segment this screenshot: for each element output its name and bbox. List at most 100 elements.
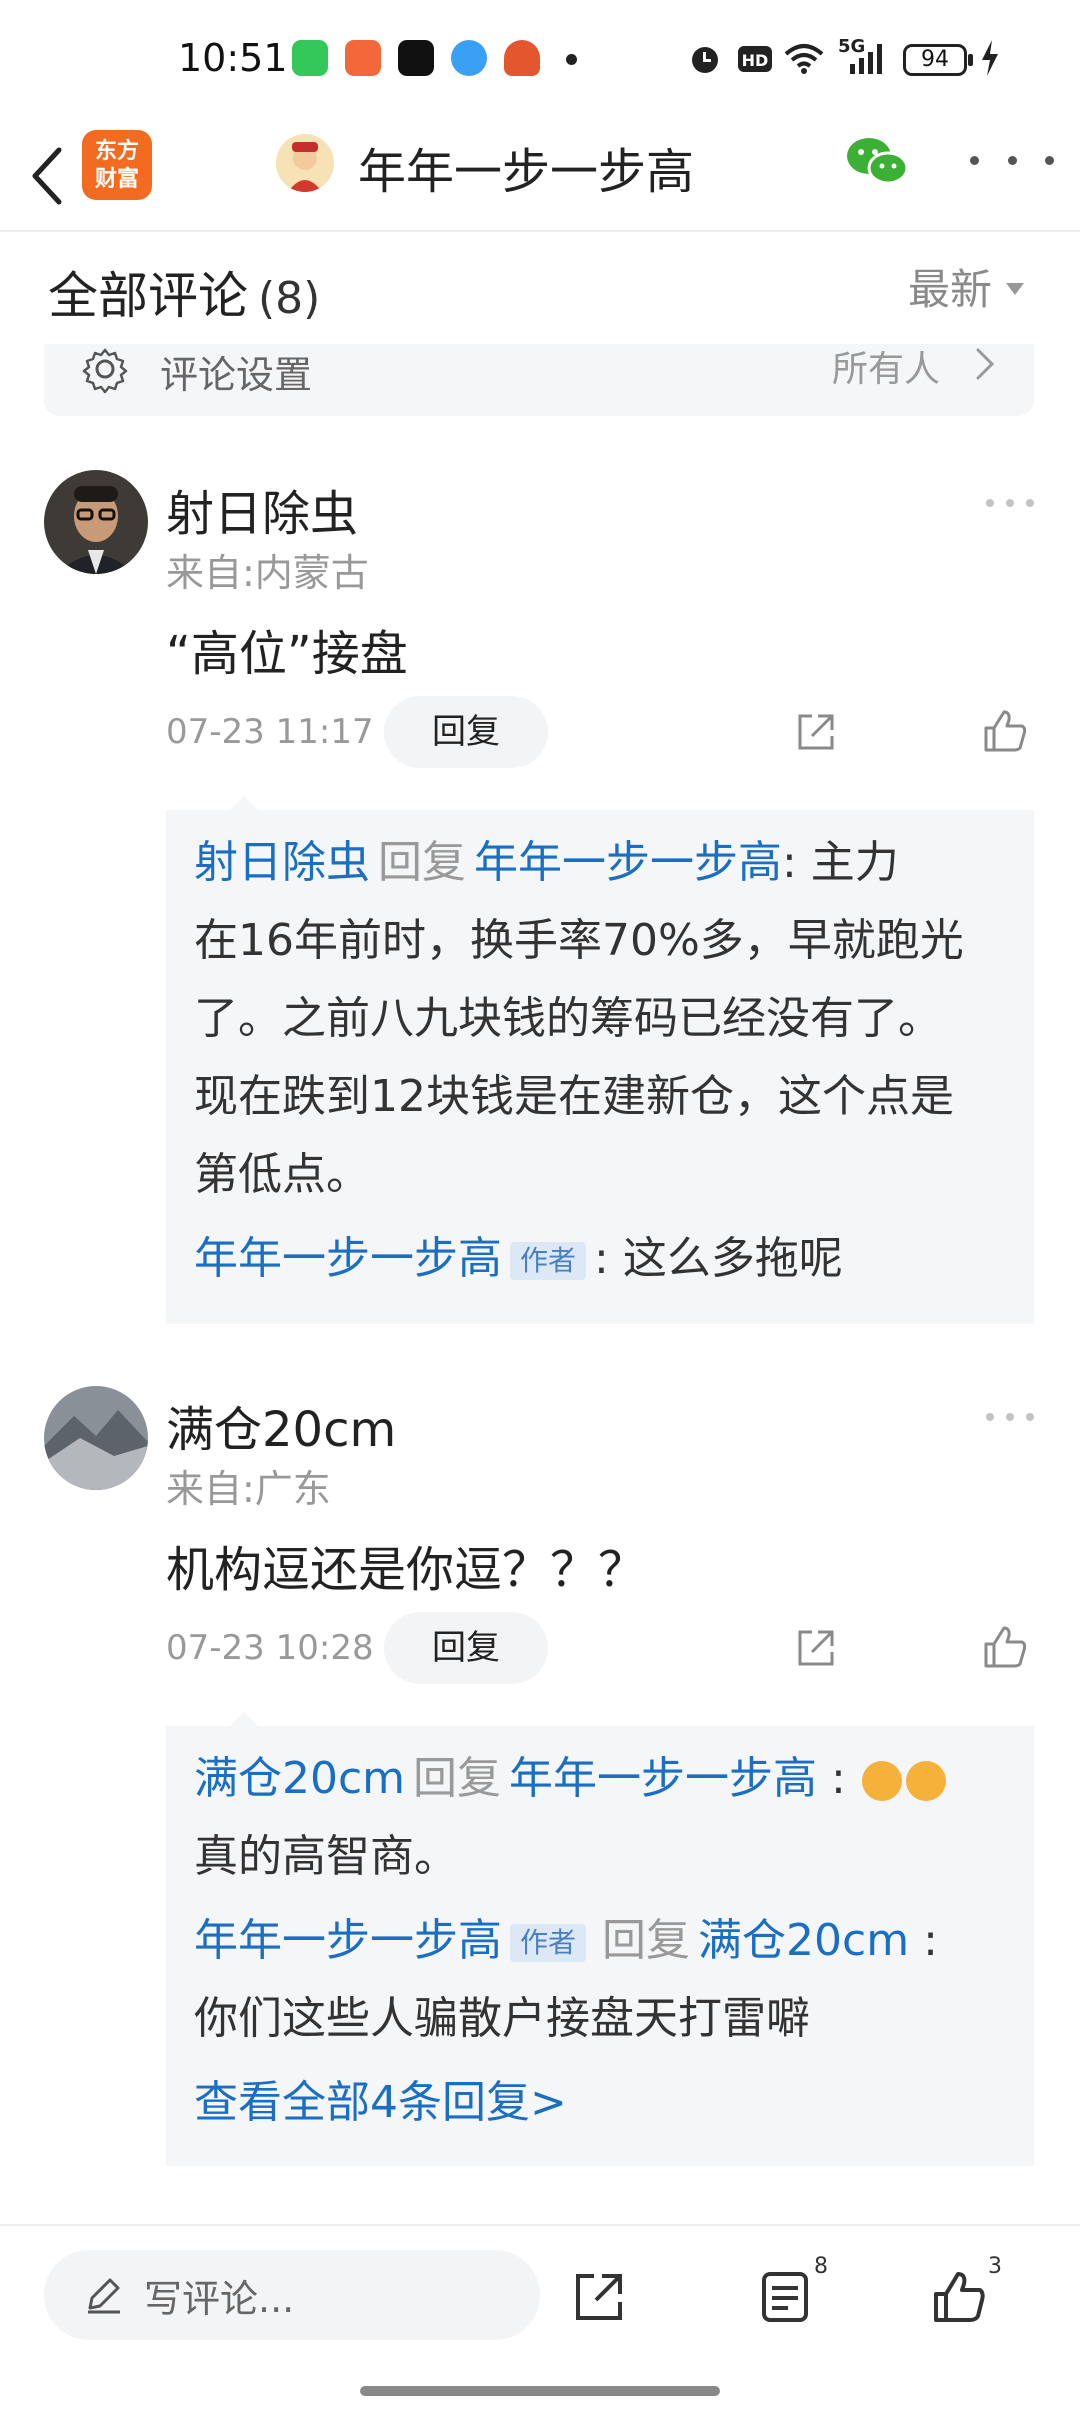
more-icon-dot [1026,1413,1034,1421]
more-icon-dot [1007,155,1017,165]
reply-box-notch [230,796,258,810]
reply-text: 你们这些人骗散户接盘天打雷噼 [194,1993,810,2044]
reply-author[interactable]: 射日除虫 [194,837,370,888]
author-badge: 作者 [510,1242,587,1280]
comment-list-icon[interactable] [756,2268,814,2326]
reply-item[interactable]: 满仓20cm 回复 年年一步一步高 : 真的高智商。 [194,1740,1014,1896]
hd-icon: HD [738,46,772,72]
comment-settings-row[interactable]: 评论设置 所有人 [44,344,1034,416]
brand-logo-line1: 东方 [94,139,139,164]
pen-icon [88,2278,120,2314]
author-badge: 作者 [510,1924,587,1962]
reply-text: : 主力 [782,837,899,888]
comment-text: 机构逗还是你逗？？？ [166,1542,647,1598]
reply-text: : 这么多拖呢 [594,1233,843,1284]
reply-list: 射日除虫 回复 年年一步一步高: 主力 在16年前时，换手率70%多，早就跑光 了。… [166,810,1034,1324]
like-icon[interactable] [980,706,1030,756]
wechat-icon [847,138,909,185]
reply-target[interactable]: 满仓20cm [698,1915,909,1966]
comment-author[interactable]: 射日除虫 [166,474,358,544]
sweat-emoji-icon [861,1761,902,1801]
more-icon-dot [986,499,994,507]
author-avatar-icon[interactable] [276,134,334,192]
reply-button[interactable]: 回复 [384,696,548,768]
more-icon-dot [1006,499,1014,507]
write-comment-input[interactable]: 写评论... [44,2250,540,2340]
share-icon[interactable] [792,1624,840,1672]
game-app-icon [504,40,540,76]
mail-app-icon [345,40,381,76]
like-icon[interactable] [980,1622,1030,1672]
reply-button[interactable]: 回复 [384,1612,548,1684]
battery-icon: 94 [903,44,967,76]
gear-icon [82,348,128,394]
back-button[interactable] [22,134,72,218]
reply-box-notch [230,1712,258,1726]
reply-text: 现在跌到12块钱是在建新仓，这个点是 [194,1071,954,1122]
home-indicator[interactable] [360,2386,720,2396]
browser-app-icon [451,40,487,76]
settings-value: 所有人 [832,349,941,390]
reply-author[interactable]: 满仓20cm [194,1753,405,1804]
top-nav-bar: 东方 财富 年年一步一步高 [0,120,1080,232]
reply-target[interactable]: 年年一步一步高 [509,1753,817,1804]
status-time: 10:51 [178,36,288,80]
reply-verb: 回复 [602,1915,691,1966]
reply-colon: : [923,1915,938,1966]
reply-colon: : [831,1753,846,1804]
caret-down-icon [1006,282,1025,295]
comment-count-badge: 8 [814,2254,828,2279]
wechat-share-button[interactable] [844,132,910,192]
more-button[interactable] [970,140,1054,180]
svg-text:HD: HD [742,51,769,70]
reply-item[interactable]: 年年一步一步高 作者: 这么多拖呢 [194,1220,1014,1298]
back-icon [32,147,62,205]
reply-target[interactable]: 年年一步一步高 [474,837,782,888]
reply-text: 真的高智商。 [194,1831,458,1882]
reply-author[interactable]: 年年一步一步高 [194,1233,502,1284]
avatar[interactable] [44,1386,148,1490]
reply-text: 了。之前八九块钱的筹码已经没有了。 [194,993,942,1044]
comments-heading-label: 全部评论 [48,267,248,325]
alarm-icon [692,47,718,73]
page-title: 年年一步一步高 [358,144,695,200]
more-icon-dot [1006,1413,1014,1421]
comments-count: (8) [258,273,321,324]
comment-location: 来自:内蒙古 [166,551,369,595]
share-icon[interactable] [570,2268,628,2326]
battery-level: 94 [921,47,949,72]
more-icon-dot [970,155,979,165]
more-icon-dot [986,1413,994,1421]
comment-time: 07-23 10:28 [166,1628,374,1668]
view-all-replies-link[interactable]: 查看全部4条回复> [194,2064,1014,2142]
chevron-right-icon [976,348,995,380]
comment-location: 来自:广东 [166,1467,331,1511]
sweat-emoji-icon [905,1761,946,1801]
phone-app-icon [292,40,328,76]
reply-item[interactable]: 年年一步一步高 作者 回复 满仓20cm : 你们这些人骗散户接盘天打雷噼 [194,1902,1014,2058]
share-icon[interactable] [792,708,840,756]
reply-verb: 回复 [378,837,466,888]
write-comment-placeholder: 写评论... [144,2277,295,2321]
like-count-badge: 3 [988,2254,1002,2279]
brand-logo-line2: 财富 [94,167,139,192]
eastmoney-logo[interactable]: 东方 财富 [82,130,152,200]
comment-more-button[interactable] [986,496,1034,510]
reply-item[interactable]: 射日除虫 回复 年年一步一步高: 主力 在16年前时，换手率70%多，早就跑光 了。… [194,824,1014,1214]
avatar[interactable] [44,470,148,574]
comment-text: “高位”接盘 [166,626,408,682]
settings-label: 评论设置 [160,353,313,397]
comment-time: 07-23 11:17 [166,712,374,752]
notification-dot [566,54,577,65]
like-icon[interactable] [930,2268,988,2326]
comment-author[interactable]: 满仓20cm [166,1390,396,1460]
signal-icon [850,44,882,74]
more-icon-dot [1026,499,1034,507]
comment-more-button[interactable] [986,1410,1034,1424]
wifi-icon [784,44,824,74]
status-bar: 10:51 HD 5G 94 [0,0,1080,120]
comments-heading: 全部评论 (8) [48,256,320,328]
reply-author[interactable]: 年年一步一步高 [194,1915,502,1966]
bottom-action-bar: 写评论... 8 3 [0,2224,1080,2412]
sort-dropdown[interactable]: 最新 [908,256,1025,317]
